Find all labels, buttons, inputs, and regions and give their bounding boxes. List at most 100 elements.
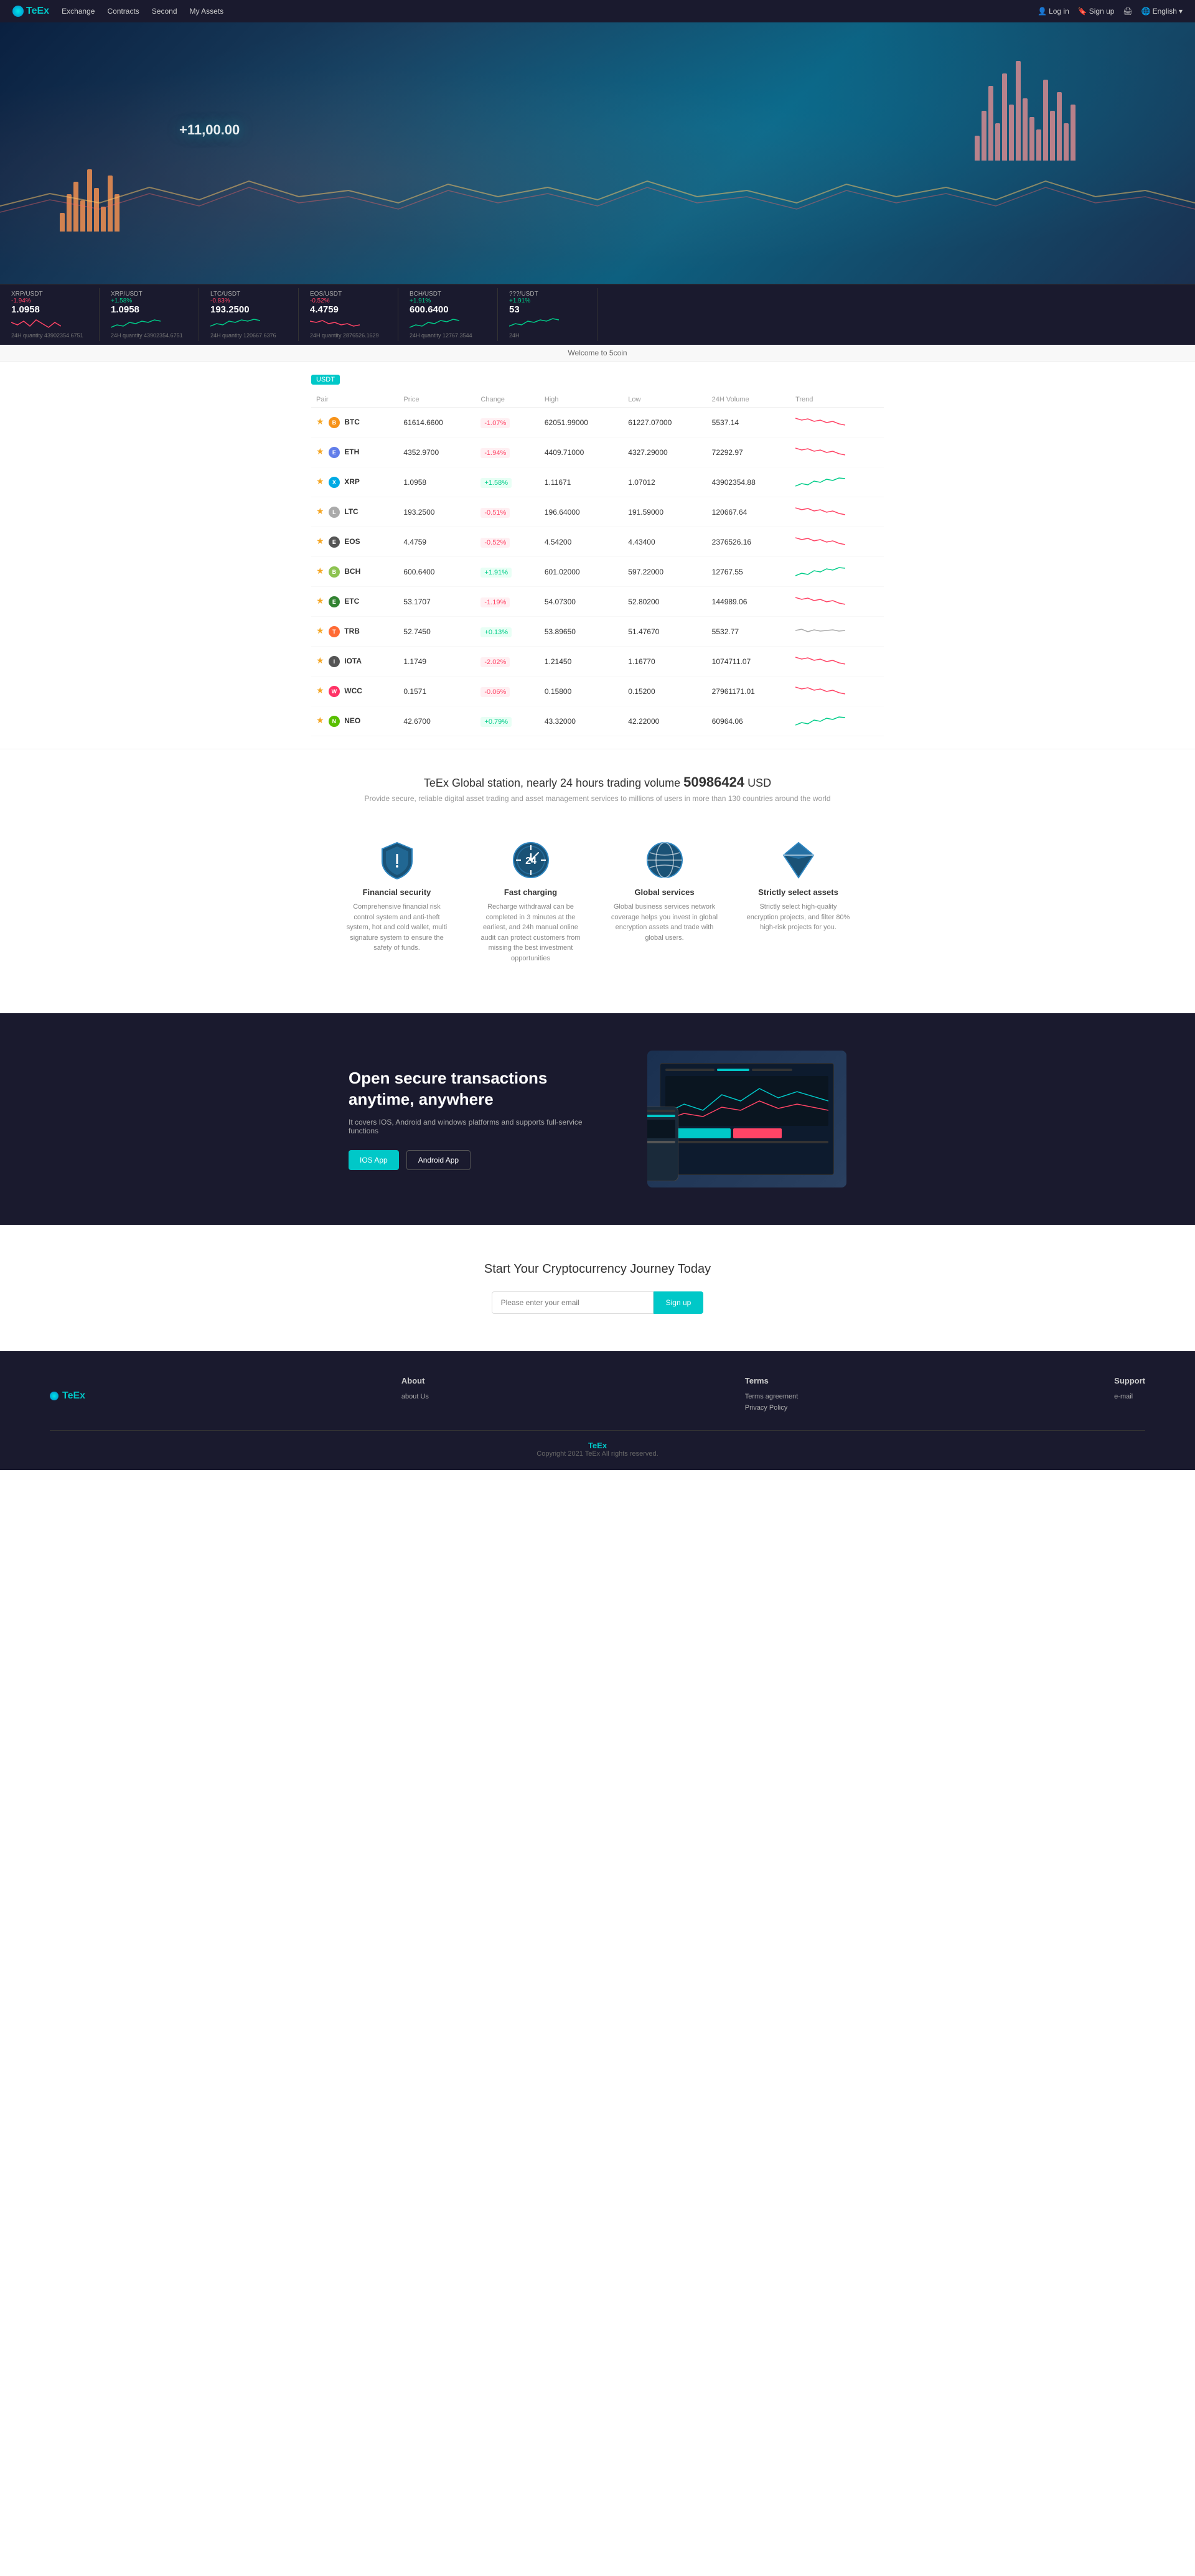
table-row[interactable]: ★ B BTC 61614.6600 -1.07% 62051.99000 61… (311, 408, 884, 438)
email-input[interactable] (492, 1291, 654, 1314)
usdt-tab[interactable]: USDT (311, 375, 340, 385)
ticker-item-3[interactable]: EOS/USDT -0.52% 4.4759 24H quantity 2876… (299, 288, 398, 341)
table-row[interactable]: ★ X XRP 1.0958 +1.58% 1.11671 1.07012 43… (311, 467, 884, 497)
cell-pair-8: ★ I IOTA (311, 647, 398, 677)
footer-terms-agreement[interactable]: Terms agreement (745, 1393, 799, 1400)
login-button[interactable]: 👤 Log in (1038, 7, 1069, 16)
star-icon-4[interactable]: ★ (316, 536, 324, 546)
android-app-button[interactable]: Android App (406, 1150, 471, 1170)
table-row[interactable]: ★ L LTC 193.2500 -0.51% 196.64000 191.59… (311, 497, 884, 527)
signup-cta-button[interactable]: Sign up (654, 1291, 704, 1314)
star-icon-5[interactable]: ★ (316, 566, 324, 576)
star-icon-10[interactable]: ★ (316, 715, 324, 725)
cell-trend-4 (790, 527, 884, 557)
cell-change-10: +0.79% (476, 706, 539, 736)
cell-price-4: 4.4759 (398, 527, 476, 557)
table-row[interactable]: ★ W WCC 0.1571 -0.06% 0.15800 0.15200 27… (311, 677, 884, 706)
nav-second[interactable]: Second (152, 7, 177, 16)
cell-change-6: -1.19% (476, 587, 539, 617)
footer-email[interactable]: e-mail (1114, 1393, 1145, 1400)
language-selector[interactable]: 🌐 English ▾ (1141, 7, 1183, 16)
col-change: Change (476, 392, 539, 408)
feature-strictly-select: Strictly select assets Strictly select h… (744, 840, 853, 963)
shield-icon (377, 840, 417, 880)
footer-privacy-policy[interactable]: Privacy Policy (745, 1404, 799, 1412)
cell-trend-0 (790, 408, 884, 438)
table-row[interactable]: ★ B BCH 600.6400 +1.91% 601.02000 597.22… (311, 557, 884, 587)
ticker-item-2[interactable]: LTC/USDT -0.83% 193.2500 24H quantity 12… (199, 288, 299, 341)
coin-name-10: NEO (344, 716, 360, 725)
table-row[interactable]: ★ E ETH 4352.9700 -1.94% 4409.71000 4327… (311, 438, 884, 467)
sparkline-2 (795, 472, 845, 490)
table-row[interactable]: ★ T TRB 52.7450 +0.13% 53.89650 51.47670… (311, 617, 884, 647)
cell-low-9: 0.15200 (623, 677, 706, 706)
footer-about: About about Us (401, 1376, 429, 1415)
cell-price-7: 52.7450 (398, 617, 476, 647)
table-row[interactable]: ★ N NEO 42.6700 +0.79% 43.32000 42.22000… (311, 706, 884, 736)
nav-my-assets[interactable]: My Assets (190, 7, 224, 16)
navbar-left: TeEx Exchange Contracts Second My Assets (12, 6, 223, 17)
sparkline-5 (795, 562, 845, 579)
feature-global-services: Global services Global business services… (610, 840, 719, 963)
signup-button[interactable]: 🔖 Sign up (1078, 7, 1115, 16)
ticker-item-4[interactable]: BCH/USDT +1.91% 600.6400 24H quantity 12… (398, 288, 498, 341)
table-row[interactable]: ★ E EOS 4.4759 -0.52% 4.54200 4.43400 23… (311, 527, 884, 557)
footer-about-us[interactable]: about Us (401, 1393, 429, 1400)
print-icon[interactable]: 🖨 (1123, 7, 1132, 16)
cell-low-5: 597.22000 (623, 557, 706, 587)
ticker-price-5: 53 (509, 304, 586, 315)
hero-section: +11,00.00 (0, 22, 1195, 284)
ticker-pair-3: EOS/USDT (310, 291, 387, 297)
nav-exchange[interactable]: Exchange (62, 7, 95, 16)
feature-fast-title: Fast charging (476, 888, 585, 897)
cell-high-0: 62051.99000 (540, 408, 623, 438)
clock24-icon: 24 (511, 840, 551, 880)
footer-top: TeEx About about Us Terms Terms agreemen… (50, 1376, 1145, 1431)
cell-trend-3 (790, 497, 884, 527)
globe-small-icon: 🌐 (1141, 7, 1151, 16)
cell-pair-6: ★ E ETC (311, 587, 398, 617)
user-icon: 👤 (1038, 7, 1047, 16)
dark-section: Open secure transactions anytime, anywhe… (0, 1013, 1195, 1225)
cell-volume-3: 120667.64 (707, 497, 790, 527)
cell-low-1: 4327.29000 (623, 438, 706, 467)
nav-contracts[interactable]: Contracts (107, 7, 139, 16)
col-low: Low (623, 392, 706, 408)
ticker-item-0[interactable]: XRP/USDT -1.94% 1.0958 24H quantity 4390… (0, 288, 100, 341)
coin-name-4: EOS (344, 537, 360, 546)
star-icon-0[interactable]: ★ (316, 416, 324, 426)
col-volume: 24H Volume (707, 392, 790, 408)
cell-price-2: 1.0958 (398, 467, 476, 497)
ticker-chart-0 (11, 315, 61, 332)
coin-icon-7: T (329, 626, 340, 637)
star-icon-2[interactable]: ★ (316, 476, 324, 486)
ticker-change-3: -0.52% (310, 297, 387, 304)
star-icon-3[interactable]: ★ (316, 506, 324, 516)
feature-fast-charging: 24 Fast charging Recharge withdrawal can… (476, 840, 585, 963)
table-row[interactable]: ★ E ETC 53.1707 -1.19% 54.07300 52.80200… (311, 587, 884, 617)
chevron-down-icon: ▾ (1179, 7, 1183, 16)
cell-pair-10: ★ N NEO (311, 706, 398, 736)
ticker-item-1[interactable]: XRP/USDT +1.58% 1.0958 24H quantity 4390… (100, 288, 199, 341)
globe-icon (645, 840, 685, 880)
ticker-bar: XRP/USDT -1.94% 1.0958 24H quantity 4390… (0, 284, 1195, 345)
star-icon-1[interactable]: ★ (316, 446, 324, 456)
table-row[interactable]: ★ I IOTA 1.1749 -2.02% 1.21450 1.16770 1… (311, 647, 884, 677)
ticker-item-5[interactable]: ???/USDT +1.91% 53 24H (498, 288, 598, 341)
feature-select-desc: Strictly select high-quality encryption … (744, 902, 853, 933)
ticker-vol-5: 24H (509, 332, 586, 339)
logo[interactable]: TeEx (12, 6, 49, 17)
star-icon-7[interactable]: ★ (316, 625, 324, 635)
cell-low-0: 61227.07000 (623, 408, 706, 438)
cell-change-8: -2.02% (476, 647, 539, 677)
ticker-pair-0: XRP/USDT (11, 291, 88, 297)
cell-low-10: 42.22000 (623, 706, 706, 736)
ios-app-button[interactable]: IOS App (349, 1150, 399, 1170)
diamond-icon (779, 840, 818, 880)
star-icon-8[interactable]: ★ (316, 655, 324, 665)
star-icon-9[interactable]: ★ (316, 685, 324, 695)
cell-low-4: 4.43400 (623, 527, 706, 557)
cta-form: Sign up (12, 1291, 1183, 1314)
star-icon-6[interactable]: ★ (316, 596, 324, 606)
cell-trend-1 (790, 438, 884, 467)
